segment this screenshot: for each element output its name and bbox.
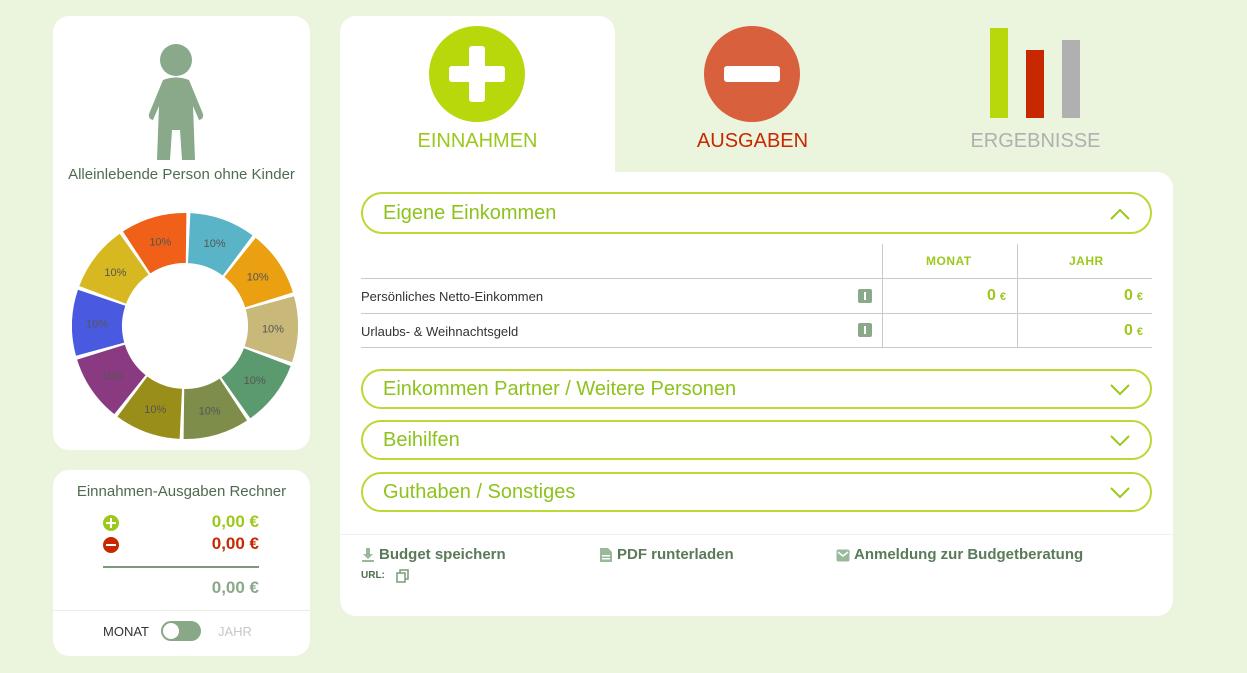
donut-slice-label: 10% (101, 371, 123, 383)
tab-income-label: EINNAHMEN (417, 130, 538, 152)
donut-slice-label: 10% (149, 237, 171, 249)
donut-slice-label: 10% (104, 267, 126, 279)
section-other-title: Guthaben / Sonstiges (383, 481, 576, 503)
net-income-month-value[interactable]: 0 € (882, 287, 1006, 305)
document-icon (600, 548, 612, 562)
net-income-year-value[interactable]: 0 € (1017, 287, 1143, 305)
mail-icon (836, 549, 850, 562)
plus-icon (103, 515, 119, 531)
toggle-knob (163, 623, 179, 639)
donut-slice-label: 10% (199, 405, 221, 417)
section-partner-income[interactable]: Einkommen Partner / Weitere Personen (361, 369, 1152, 409)
income-summary-row: 0,00 € (103, 512, 259, 534)
donut-slice-label: 10% (144, 404, 166, 416)
tab-results-label: ERGEBNISSE (970, 130, 1101, 152)
tab-expenses-label: AUSGABEN (696, 130, 809, 152)
card-divider (53, 610, 310, 611)
save-budget-link[interactable]: Budget speichern (379, 546, 506, 563)
chevron-down-icon[interactable] (1110, 384, 1130, 396)
tab-results[interactable]: ERGEBNISSE (898, 16, 1173, 166)
period-toggle-switch[interactable] (161, 621, 201, 641)
expense-total: 0,00 € (211, 534, 259, 553)
summary-divider (103, 566, 259, 568)
budget-counseling-link[interactable]: Anmeldung zur Budgetberatung (854, 546, 1083, 563)
pdf-download-link[interactable]: PDF runterladen (617, 546, 734, 563)
section-own-income-title: Eigene Einkommen (383, 202, 557, 224)
footer-divider (340, 534, 1173, 535)
expense-summary-row: 0,00 € (103, 534, 259, 556)
balance-total: 0,00 € (211, 578, 259, 597)
donut-slice-label: 10% (247, 271, 269, 283)
chevron-down-icon[interactable] (1110, 435, 1130, 447)
minus-icon (103, 537, 119, 553)
household-type-label: Alleinlebende Person ohne Kinder (68, 166, 295, 183)
chevron-down-icon[interactable] (1110, 487, 1130, 499)
minus-circle-icon (704, 26, 800, 122)
donut-slice-label: 10% (244, 375, 266, 387)
bar-chart-icon (990, 28, 1080, 118)
period-toggle-row: MONAT JAHR (53, 620, 310, 644)
info-icon[interactable] (858, 323, 872, 337)
donut-slice-label: 10% (204, 238, 226, 250)
chevron-up-icon[interactable] (1110, 208, 1130, 220)
income-total: 0,00 € (211, 512, 259, 531)
url-label: URL: (361, 570, 385, 581)
plus-circle-icon (429, 26, 525, 122)
budget-donut-chart[interactable]: 10% 10% 10% 10% 10% 10% 10% 10% 10% 10% (72, 213, 298, 439)
toggle-label-year[interactable]: JAHR (218, 624, 252, 639)
person-icon (148, 44, 204, 160)
copy-icon[interactable] (396, 569, 410, 583)
column-header-year: JAHR (1069, 254, 1104, 268)
calculator-title: Einnahmen-Ausgaben Rechner (76, 483, 287, 500)
section-partner-income-title: Einkommen Partner / Weitere Personen (383, 378, 737, 400)
calculator-card: Einnahmen-Ausgaben Rechner 0,00 € 0,00 €… (53, 470, 310, 656)
holiday-pay-year-value[interactable]: 0 € (1017, 322, 1143, 340)
tab-expenses[interactable]: AUSGABEN (615, 16, 890, 166)
column-header-month: MONAT (926, 254, 972, 268)
balance-row: 0,00 € (103, 578, 259, 600)
toggle-label-month[interactable]: MONAT (103, 624, 149, 639)
row-label-holiday-pay: Urlaubs- & Weihnachtsgeld (361, 324, 519, 339)
row-label-net-income: Persönliches Netto-Einkommen (361, 289, 544, 304)
section-own-income[interactable]: Eigene Einkommen (361, 192, 1152, 234)
section-benefits[interactable]: Beihilfen (361, 420, 1152, 460)
section-other[interactable]: Guthaben / Sonstiges (361, 472, 1152, 512)
donut-slice-label: 10% (86, 318, 108, 330)
tab-income[interactable]: EINNAHMEN (340, 16, 615, 166)
donut-slice-label: 10% (262, 324, 284, 336)
download-icon (362, 548, 374, 562)
section-benefits-title: Beihilfen (383, 429, 460, 451)
income-table: MONAT JAHR Persönliches Netto-Einkommen … (361, 244, 1152, 348)
profile-card: Alleinlebende Person ohne Kinder 10% 10% 1… (53, 16, 310, 450)
info-icon[interactable] (858, 289, 872, 303)
